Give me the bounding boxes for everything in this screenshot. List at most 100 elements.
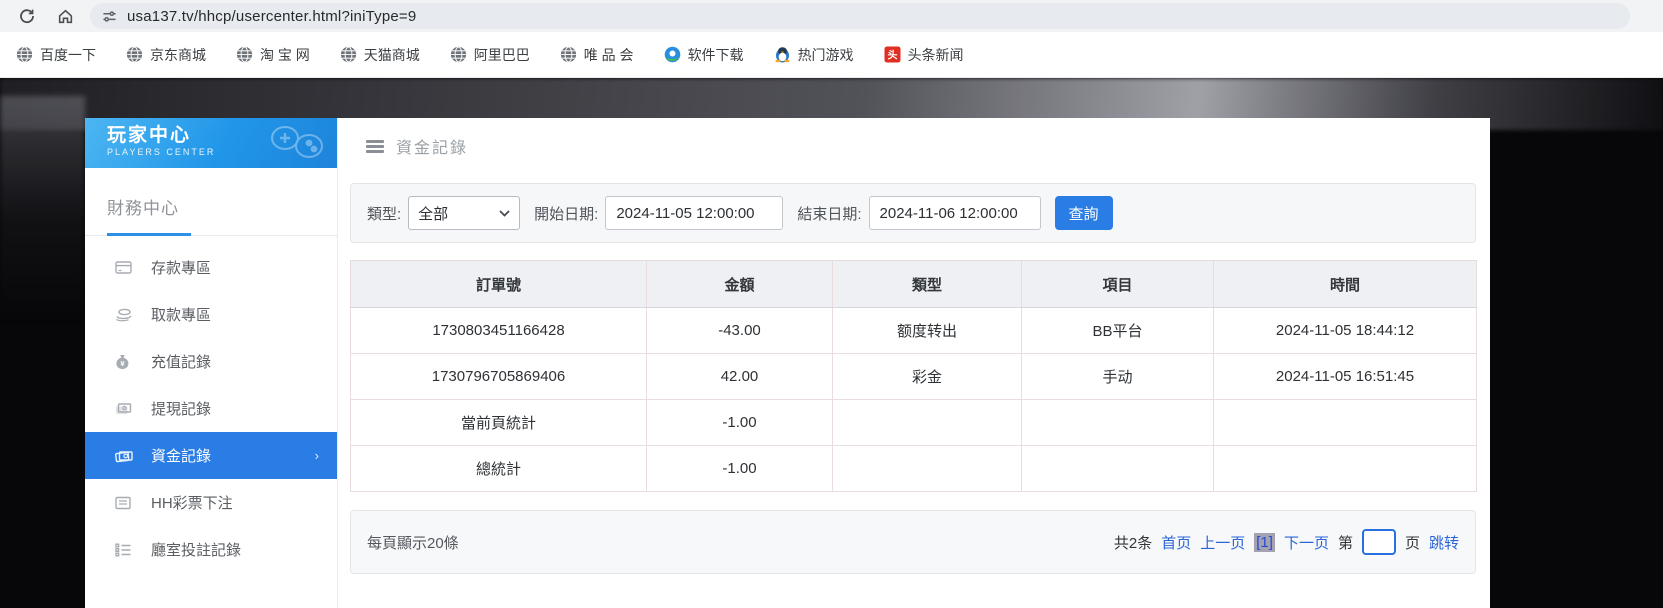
table-cell: 總統計 <box>351 446 647 492</box>
table-cell: 额度转出 <box>833 308 1022 354</box>
sidebar-item-3[interactable]: ¥充值記錄› <box>85 338 337 385</box>
table-row: 1730803451166428-43.00额度转出BB平台2024-11-05… <box>351 308 1477 354</box>
chevron-right-icon: › <box>315 448 319 463</box>
table-row: 當前頁統計-1.00 <box>351 400 1477 446</box>
reload-icon[interactable] <box>14 3 40 29</box>
finance-section: 財務中心 <box>85 168 337 219</box>
deposit-card-icon <box>115 260 133 276</box>
table-cell: BB平台 <box>1022 308 1214 354</box>
globe-icon <box>236 46 253 63</box>
jump-suffix: 页 <box>1405 532 1420 553</box>
main-panel: 資金記錄 類型: 全部 開始日期: 結束日期: 查詢 訂單號金額類型項目時間 1… <box>337 118 1490 608</box>
sidebar-item-5[interactable]: 資金記錄 › <box>85 432 337 479</box>
end-date-input[interactable] <box>869 196 1041 230</box>
svg-text:头: 头 <box>887 49 897 62</box>
sidebar-item-2[interactable]: 取款專區› <box>85 291 337 338</box>
sidebar-header: 玩家中心 PLAYERS CENTER <box>85 118 337 168</box>
list-lines-icon <box>115 542 133 558</box>
start-date-label: 開始日期: <box>534 203 598 224</box>
current-page-indicator: [1] <box>1254 533 1275 552</box>
withdraw-hand-icon <box>115 307 133 323</box>
table-cell: 1730796705869406 <box>351 354 647 400</box>
search-button[interactable]: 查詢 <box>1055 196 1113 230</box>
table-cell: 1730803451166428 <box>351 308 647 354</box>
table-cell <box>833 400 1022 446</box>
jump-prefix: 第 <box>1338 532 1353 553</box>
table-cell <box>833 446 1022 492</box>
chevron-down-icon <box>499 210 510 217</box>
bookmark-label: 百度一下 <box>40 45 96 65</box>
table-cell: -1.00 <box>647 446 833 492</box>
bookmark-7[interactable]: 软件下载 <box>664 45 744 65</box>
column-header: 項目 <box>1022 261 1214 308</box>
globe-icon <box>560 46 577 63</box>
bookmark-3[interactable]: 淘 宝 网 <box>236 45 310 65</box>
hamburger-icon[interactable] <box>366 140 384 153</box>
end-date-label: 結束日期: <box>797 203 861 224</box>
table-cell: 42.00 <box>647 354 833 400</box>
home-icon[interactable] <box>52 3 78 29</box>
url-text: usa137.tv/hhcp/usercenter.html?iniType=9 <box>127 8 416 25</box>
sidebar-item-4[interactable]: 提現記錄› <box>85 385 337 432</box>
table-cell <box>1214 400 1477 446</box>
table-cell <box>1214 446 1477 492</box>
site-settings-icon[interactable] <box>102 9 117 24</box>
globe-icon <box>126 46 143 63</box>
bookmark-6[interactable]: 唯 品 会 <box>560 45 634 65</box>
type-select-value: 全部 <box>418 203 448 224</box>
start-date-input[interactable] <box>605 196 783 230</box>
jump-page-input[interactable] <box>1362 529 1396 555</box>
globe-icon <box>340 46 357 63</box>
jump-button[interactable]: 跳转 <box>1429 532 1459 553</box>
column-header: 時間 <box>1214 261 1477 308</box>
sidebar-item-7[interactable]: 廳室投註記錄› <box>85 526 337 573</box>
table-header-row: 訂單號金額類型項目時間 <box>351 261 1477 308</box>
fund-bills-icon <box>115 448 133 464</box>
total-count: 共2条 <box>1114 532 1152 553</box>
table-cell: -1.00 <box>647 400 833 446</box>
bookmark-2[interactable]: 京东商城 <box>126 45 206 65</box>
prev-page-link[interactable]: 上一页 <box>1200 532 1245 553</box>
table-cell <box>1022 446 1214 492</box>
penguin-icon <box>774 46 791 63</box>
filter-bar: 類型: 全部 開始日期: 結束日期: 查詢 <box>350 183 1476 243</box>
bookmark-4[interactable]: 天猫商城 <box>340 45 420 65</box>
sidebar-item-6[interactable]: HH彩票下注› <box>85 479 337 526</box>
gamepad-icon <box>263 122 327 168</box>
bookmark-label: 京东商城 <box>150 45 206 65</box>
bookmark-8[interactable]: 热门游戏 <box>774 45 854 65</box>
table-row: 總統計-1.00 <box>351 446 1477 492</box>
sidebar-item-label: 資金記錄 <box>151 445 211 466</box>
page-background: 玩家中心 PLAYERS CENTER 財務中心 存款專區›取款專區›¥充值記錄… <box>0 78 1663 608</box>
sidebar-menu: 存款專區›取款專區›¥充值記錄›提現記錄› 資金記錄 › HH彩票下注›廳室投註記錄› <box>85 244 337 573</box>
bookmark-label: 热门游戏 <box>798 45 854 65</box>
bookmark-label: 软件下载 <box>688 45 744 65</box>
sidebar-item-label: 提現記錄 <box>151 398 211 419</box>
pagination-bar: 每頁顯示20條 共2条 首页 上一页 [1] 下一页 第 页 跳转 <box>350 510 1476 574</box>
table-cell: 2024-11-05 16:51:45 <box>1214 354 1477 400</box>
bookmark-5[interactable]: 阿里巴巴 <box>450 45 530 65</box>
bookmarks-bar: 百度一下 京东商城 淘 宝 网 天猫商城 阿里巴巴 唯 品 会 软件下载 热门游戏 头头条新闻 <box>0 32 1663 78</box>
sidebar-item-label: 存款專區 <box>151 257 211 278</box>
address-bar[interactable]: usa137.tv/hhcp/usercenter.html?iniType=9 <box>90 3 1630 29</box>
bookmark-1[interactable]: 百度一下 <box>16 45 96 65</box>
sidebar: 玩家中心 PLAYERS CENTER 財務中心 存款專區›取款專區›¥充值記錄… <box>85 118 337 608</box>
table-cell: -43.00 <box>647 308 833 354</box>
finance-section-title: 財務中心 <box>107 194 337 219</box>
sidebar-item-1[interactable]: 存款專區› <box>85 244 337 291</box>
next-page-link[interactable]: 下一页 <box>1284 532 1329 553</box>
bookmark-label: 头条新闻 <box>908 45 964 65</box>
first-page-link[interactable]: 首页 <box>1161 532 1191 553</box>
type-label: 類型: <box>367 203 401 224</box>
bookmark-label: 天猫商城 <box>364 45 420 65</box>
pager: 共2条 首页 上一页 [1] 下一页 第 页 跳转 <box>1105 529 1459 555</box>
section-divider <box>85 233 337 236</box>
sidebar-item-label: 取款專區 <box>151 304 211 325</box>
type-select[interactable]: 全部 <box>408 196 520 230</box>
column-header: 訂單號 <box>351 261 647 308</box>
fund-records-table: 訂單號金額類型項目時間 1730803451166428-43.00额度转出BB… <box>350 260 1477 492</box>
bookmark-9[interactable]: 头头条新闻 <box>884 45 964 65</box>
ticket-doc-icon <box>115 495 133 511</box>
table-row: 173079670586940642.00彩金手动2024-11-05 16:5… <box>351 354 1477 400</box>
bookmark-label: 淘 宝 网 <box>260 45 310 65</box>
